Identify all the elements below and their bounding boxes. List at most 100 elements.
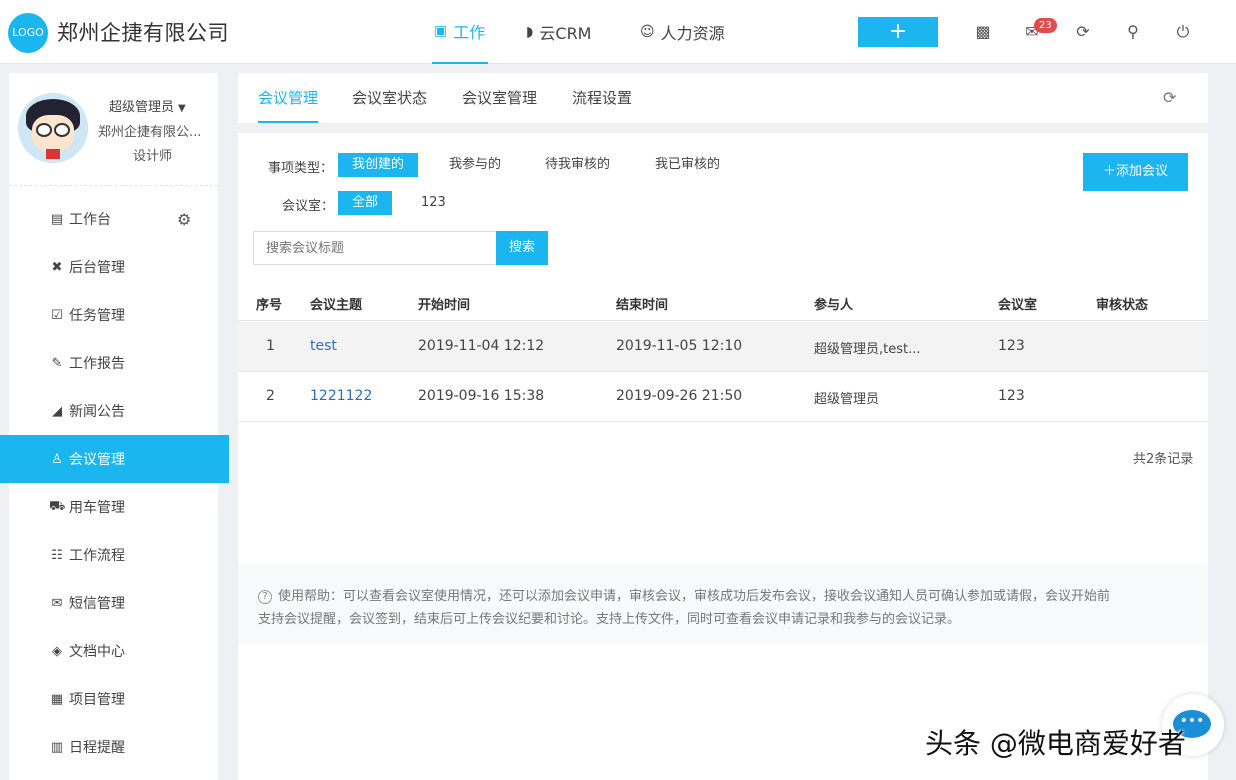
nav-hr[interactable]: ☺ 人力资源 [640, 0, 725, 64]
sidebar-item-label: 后台管理 [69, 260, 125, 276]
sidebar-item-label: 新闻公告 [69, 404, 125, 420]
quick-add-button[interactable]: + [858, 17, 938, 47]
briefcase-icon: ▣ [434, 23, 448, 39]
cell-topic-link[interactable]: 1221122 [310, 388, 372, 404]
calendar-icon: ▥ [50, 739, 64, 755]
car-icon: ⛟ [49, 498, 66, 514]
help-text-2: 支持会议提醒，会议签到，结束后可上传会议纪要和讨论。支持上传文件，同时可查看会议… [258, 612, 961, 627]
col-start: 开始时间 [418, 298, 471, 313]
user-name-dropdown[interactable]: 超级管理员 ▼ [109, 96, 186, 115]
question-icon: ? [258, 590, 272, 604]
cell-topic-link[interactable]: test [310, 338, 337, 354]
table-row[interactable]: 1 test 2019-11-04 12:12 2019-11-05 12:10… [238, 322, 1208, 372]
nav-hr-label: 人力资源 [660, 24, 725, 43]
user-profile: 超级管理员 ▼ 郑州企捷有限公... 设计师 [9, 73, 218, 186]
cell-end: 2019-11-05 12:10 [616, 338, 743, 354]
sidebar-item-meetings[interactable]: ♙ 会议管理 [0, 435, 229, 483]
flow-icon: ☷ [51, 547, 63, 563]
refresh-icon[interactable]: ⟳ [1163, 88, 1176, 107]
tab-room-management[interactable]: 会议室管理 [462, 73, 537, 123]
cell-no: 2 [266, 388, 275, 404]
user-name: 超级管理员 [109, 100, 175, 115]
nav-crm-label: 云CRM [539, 24, 592, 43]
table-header: 序号 会议主题 开始时间 结束时间 参与人 会议室 审核状态 [238, 283, 1208, 321]
sidebar: 超级管理员 ▼ 郑州企捷有限公... 设计师 ▤ 工作台 ⚙ ✖ 后台管理 ☑ 任… [0, 73, 229, 780]
sidebar-item-label: 工作台 [69, 212, 111, 228]
sidebar-item-label: 用车管理 [69, 500, 125, 516]
project-icon: ▦ [50, 691, 64, 707]
room-filter-123[interactable]: 123 [407, 191, 460, 215]
sidebar-item-reports[interactable]: ✎ 工作报告 [9, 339, 218, 387]
meeting-icon: ♙ [51, 451, 63, 467]
envelope-icon: ✉ [51, 595, 63, 611]
watermark: 头条 @微电商爱好者 [925, 727, 1186, 760]
pie-chart-icon: ◗ [526, 24, 534, 40]
sidebar-item-workflow[interactable]: ☷ 工作流程 [9, 531, 218, 579]
sidebar-item-label: 短信管理 [69, 596, 125, 612]
col-room: 会议室 [998, 298, 1038, 313]
company-name: 郑州企捷有限公司 [57, 21, 229, 45]
room-filter-all[interactable]: 全部 [338, 191, 393, 215]
tab-meeting-management[interactable]: 会议管理 [258, 73, 319, 123]
cell-participants: 超级管理员,test... [814, 342, 921, 357]
company-logo: LOGO [8, 13, 48, 53]
nav-crm[interactable]: ◗ 云CRM [526, 0, 592, 64]
filter-pending-review[interactable]: 待我审核的 [531, 153, 624, 177]
filter-created-by-me[interactable]: 我创建的 [338, 153, 419, 177]
sidebar-item-label: 任务管理 [69, 308, 125, 324]
sidebar-item-documents[interactable]: ◈ 文档中心 [9, 627, 218, 675]
user-company: 郑州企捷有限公... [98, 125, 202, 140]
col-no: 序号 [256, 298, 283, 313]
col-status: 审核状态 [1096, 298, 1149, 313]
sidebar-item-tasks[interactable]: ☑ 任务管理 [9, 291, 218, 339]
record-count: 共2条记录 [1133, 452, 1194, 467]
cell-no: 1 [266, 338, 275, 354]
cell-participants: 超级管理员 [814, 392, 880, 407]
filter-reviewed[interactable]: 我已审核的 [641, 153, 734, 177]
sidebar-item-schedule[interactable]: ▥ 日程提醒 [9, 723, 218, 771]
col-topic: 会议主题 [310, 298, 363, 313]
sidebar-item-vehicles[interactable]: ⛟ 用车管理 [9, 483, 218, 531]
sidebar-item-backend[interactable]: ✖ 后台管理 [9, 243, 218, 291]
sidebar-item-label: 工作流程 [69, 548, 125, 564]
tab-process-settings[interactable]: 流程设置 [572, 73, 632, 123]
sidebar-item-news[interactable]: ◢ 新闻公告 [9, 387, 218, 435]
desk-icon: ▤ [50, 211, 64, 227]
cell-start: 2019-11-04 12:12 [418, 338, 545, 354]
tab-room-status[interactable]: 会议室状态 [352, 73, 427, 123]
avatar[interactable] [18, 93, 88, 163]
caret-down-icon: ▼ [178, 103, 186, 114]
cell-end: 2019-09-26 21:50 [616, 388, 743, 404]
filter-participating[interactable]: 我参与的 [435, 153, 515, 177]
cell-start: 2019-09-16 15:38 [418, 388, 545, 404]
lightbulb-icon[interactable]: ⚲ [1123, 22, 1143, 42]
people-icon: ☺ [640, 24, 655, 40]
layers-icon: ◈ [52, 643, 62, 659]
cell-room: 123 [998, 388, 1025, 404]
nav-work-label: 工作 [453, 23, 486, 42]
sidebar-item-projects[interactable]: ▦ 项目管理 [9, 675, 218, 723]
report-icon: ✎ [51, 355, 63, 371]
meeting-tabs: 会议管理 会议室状态 会议室管理 流程设置 ⟳ [238, 73, 1208, 123]
megaphone-icon: ◢ [52, 403, 62, 419]
table-row[interactable]: 2 1221122 2019-09-16 15:38 2019-09-26 21… [238, 372, 1208, 422]
add-meeting-button[interactable]: ＋添加会议 [1083, 153, 1188, 191]
type-filter-label: 事项类型： [268, 161, 334, 176]
col-participants: 参与人 [814, 298, 854, 313]
power-icon[interactable]: ⏻ [1173, 22, 1193, 42]
qr-code-icon[interactable]: ▩ [973, 22, 993, 42]
meeting-list-panel: 事项类型： 我创建的 我参与的 待我审核的 我已审核的 会议室： 全部 123 … [238, 133, 1208, 780]
nav-work[interactable]: ▣ 工作 [432, 0, 488, 64]
top-header: LOGO 郑州企捷有限公司 ▣ 工作 ◗ 云CRM ☺ 人力资源 + ▩ ✉ 2… [0, 0, 1236, 64]
sidebar-item-label: 工作报告 [69, 356, 125, 372]
tools-icon: ✖ [51, 259, 63, 275]
gear-icon[interactable]: ⚙ [177, 210, 191, 229]
user-role: 设计师 [133, 149, 173, 164]
sync-icon[interactable]: ⟳ [1073, 22, 1093, 42]
sidebar-item-workbench[interactable]: ▤ 工作台 ⚙ [9, 195, 218, 243]
sidebar-item-label: 日程提醒 [69, 740, 125, 756]
search-button[interactable]: 搜索 [496, 231, 548, 265]
sidebar-item-sms[interactable]: ✉ 短信管理 [9, 579, 218, 627]
search-input[interactable] [253, 231, 497, 265]
col-end: 结束时间 [616, 298, 669, 313]
